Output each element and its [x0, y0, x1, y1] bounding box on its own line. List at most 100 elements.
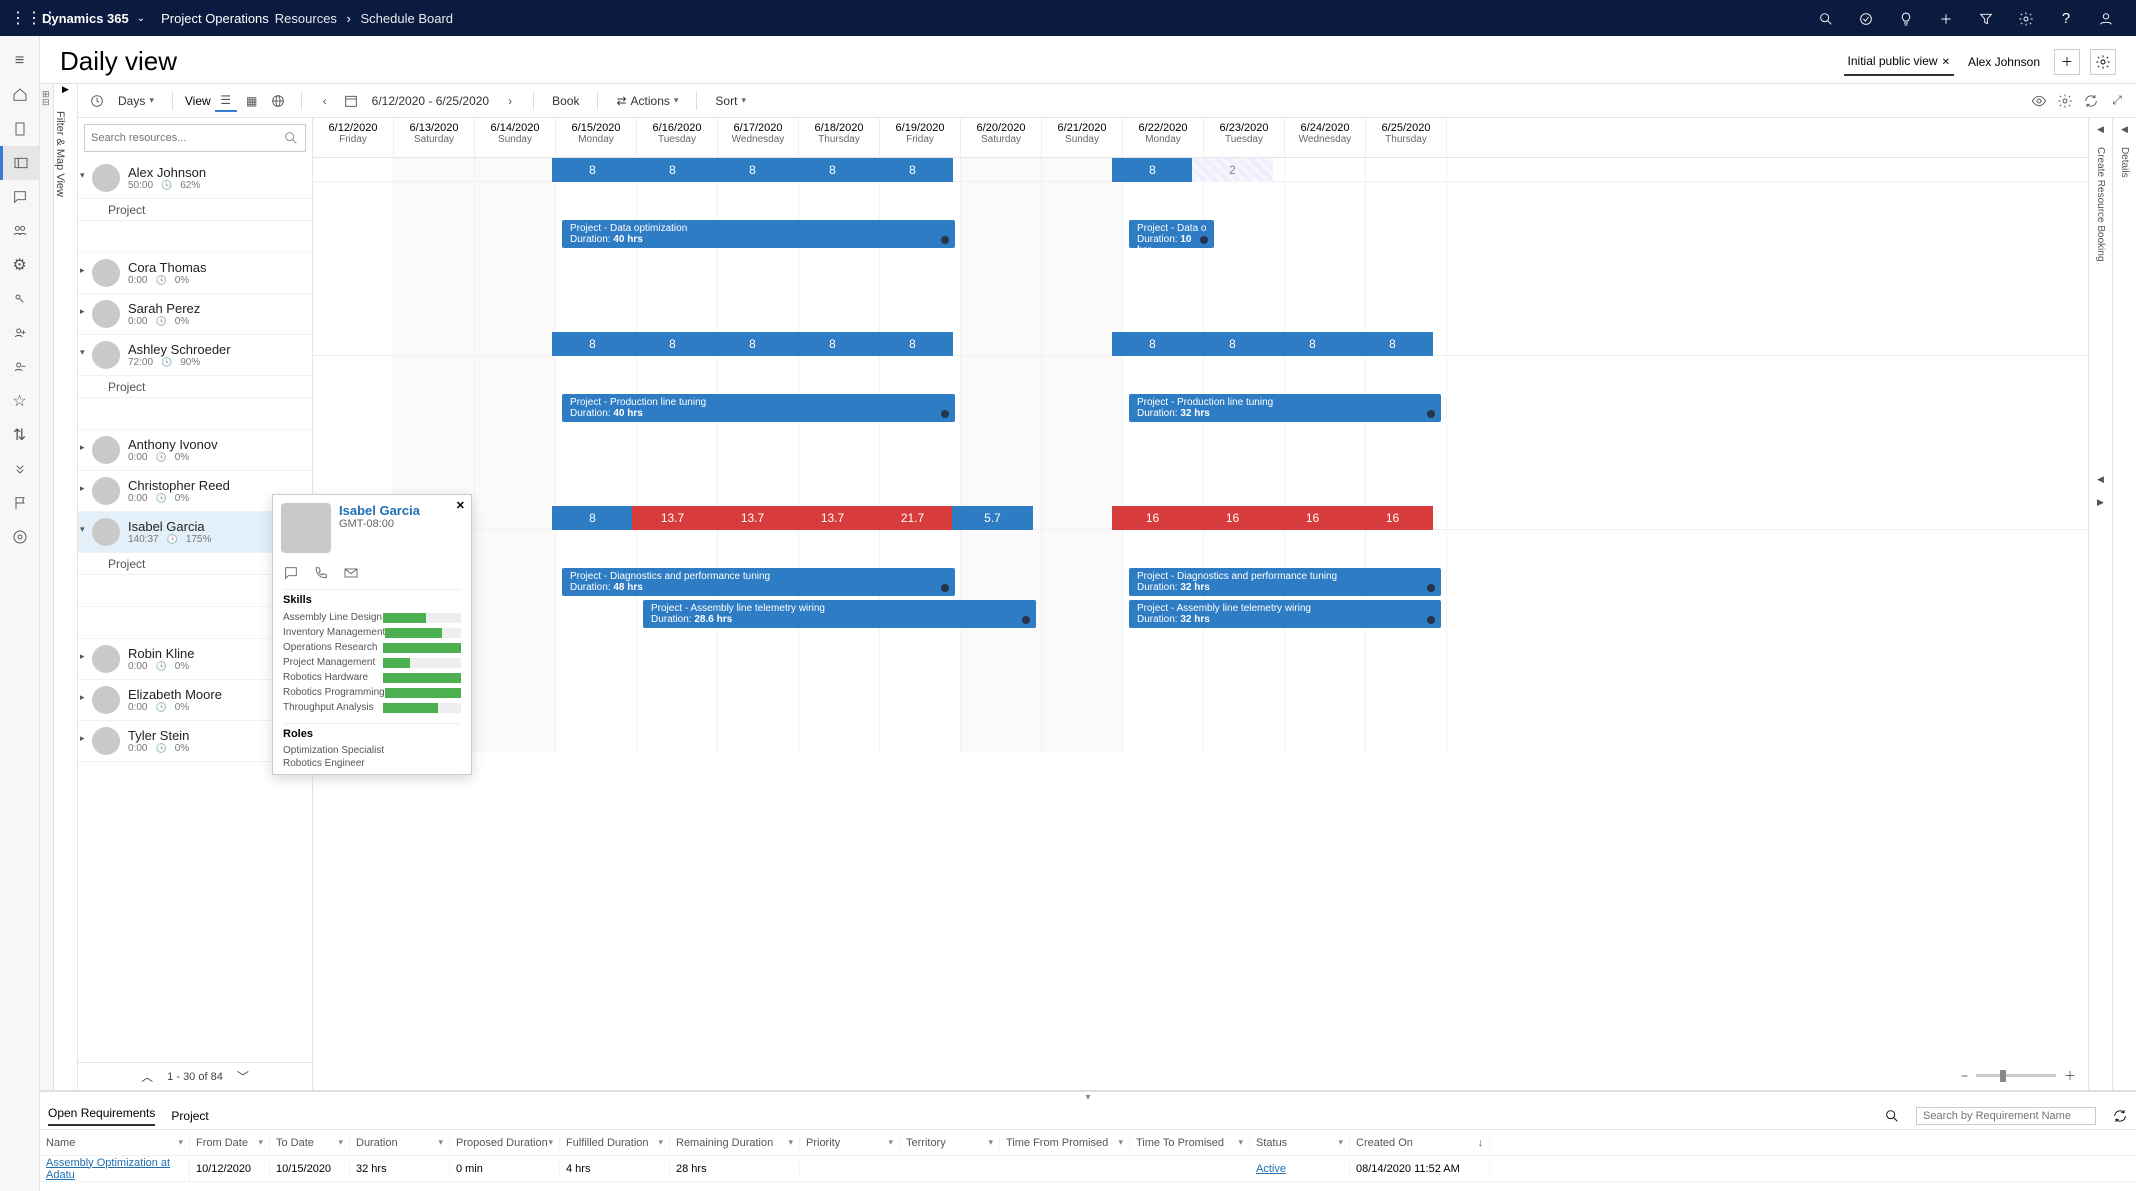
- allocation-cell[interactable]: [472, 158, 553, 182]
- allocation-cell[interactable]: [1032, 158, 1113, 182]
- calendar-icon[interactable]: [340, 90, 362, 112]
- zoom-out-icon[interactable]: −: [1961, 1069, 1968, 1083]
- tab-open-requirements[interactable]: Open Requirements: [48, 1106, 155, 1126]
- chat-icon[interactable]: [283, 565, 299, 581]
- task-bar[interactable]: Project - Diagnostics and performance tu…: [1129, 568, 1441, 596]
- close-tab-icon[interactable]: ✕: [1942, 57, 1950, 68]
- lightbulb-icon[interactable]: [1886, 9, 1926, 26]
- pager-up-icon[interactable]: ︿: [141, 1068, 153, 1085]
- req-search-input[interactable]: [1916, 1107, 2096, 1125]
- panel-drag-handle[interactable]: ▾: [40, 1092, 2136, 1102]
- allocation-cell[interactable]: 8: [632, 158, 713, 182]
- app-launcher-icon[interactable]: ⋮⋮⋮: [10, 8, 34, 28]
- eye-icon[interactable]: [2028, 90, 2050, 112]
- search-icon[interactable]: [1806, 9, 1846, 26]
- task-bar[interactable]: Project - Data optimizationDuration: 40 …: [562, 220, 955, 248]
- sort-dropdown[interactable]: Sort▾: [709, 90, 752, 112]
- date-range-picker[interactable]: 6/12/2020 - 6/25/2020: [366, 90, 495, 112]
- allocation-cell[interactable]: [1032, 506, 1113, 530]
- expand-icon[interactable]: ▸: [80, 265, 85, 276]
- filter-icon[interactable]: [1966, 9, 2006, 26]
- rail-add-user-icon[interactable]: [0, 316, 39, 350]
- allocation-cell[interactable]: 13.7: [712, 506, 793, 530]
- allocation-cell[interactable]: 8: [552, 332, 633, 356]
- resource-row[interactable]: ▾Ashley Schroeder72:00🕓90%: [78, 335, 312, 376]
- resource-row[interactable]: ▾Alex Johnson50:00🕓62%: [78, 158, 312, 199]
- filter-map-panel-toggle[interactable]: ▶ Filter & Map View: [54, 84, 78, 1090]
- expand-icon[interactable]: ▸: [80, 483, 85, 494]
- task-bar[interactable]: Project - Assembly line telemetry wiring…: [643, 600, 1036, 628]
- list-view-icon[interactable]: ☰: [215, 90, 237, 112]
- rail-menu-icon[interactable]: ≡: [0, 44, 39, 78]
- allocation-cell[interactable]: 13.7: [792, 506, 873, 530]
- allocation-cell[interactable]: [1272, 158, 1353, 182]
- allocation-cell[interactable]: [313, 158, 393, 182]
- zoom-slider[interactable]: [1976, 1074, 2056, 1077]
- allocation-cell[interactable]: 16: [1352, 506, 1433, 530]
- allocation-cell[interactable]: 8: [552, 506, 633, 530]
- expand-icon[interactable]: ▸: [80, 692, 85, 703]
- task-bar[interactable]: Project - Production line tuningDuration…: [562, 394, 955, 422]
- allocation-cell[interactable]: 16: [1272, 506, 1353, 530]
- rail-remove-user-icon[interactable]: [0, 350, 39, 384]
- grid-view-icon[interactable]: ▦: [241, 90, 263, 112]
- breadcrumb-item-schedule-board[interactable]: Schedule Board: [361, 11, 454, 26]
- refresh-time-icon[interactable]: [86, 90, 108, 112]
- user-icon[interactable]: [2086, 9, 2126, 26]
- days-dropdown[interactable]: Days▾: [112, 90, 160, 112]
- tab-initial-public-view[interactable]: Initial public view✕: [1844, 48, 1954, 76]
- expand-icon[interactable]: ▸: [80, 733, 85, 744]
- zoom-in-icon[interactable]: ＋: [2064, 1067, 2076, 1084]
- add-tab-button[interactable]: ＋: [2054, 49, 2080, 75]
- allocation-cell[interactable]: 8: [872, 332, 953, 356]
- rail-home-icon[interactable]: [0, 78, 39, 112]
- allocation-cell[interactable]: [392, 158, 473, 182]
- phone-icon[interactable]: [313, 565, 329, 581]
- allocation-cell[interactable]: 8: [792, 332, 873, 356]
- popover-resource-name[interactable]: Isabel Garcia: [339, 503, 420, 518]
- rail-link2-icon[interactable]: [0, 452, 39, 486]
- project-row[interactable]: Project: [78, 376, 312, 398]
- right-rail-nav-left[interactable]: ◀: [2097, 474, 2104, 485]
- allocation-cell[interactable]: [1352, 158, 1433, 182]
- allocation-cell[interactable]: 2: [1192, 158, 1273, 182]
- popover-close-icon[interactable]: ✕: [456, 499, 465, 512]
- rail-settings-icon[interactable]: [0, 520, 39, 554]
- right-rail-toggle[interactable]: ◀: [2097, 124, 2104, 135]
- req-search-icon[interactable]: [1884, 1107, 1900, 1124]
- pager-down-icon[interactable]: ﹀: [237, 1068, 249, 1085]
- search-icon[interactable]: [283, 130, 299, 146]
- allocation-cell[interactable]: 16: [1112, 506, 1193, 530]
- board-settings-icon[interactable]: [2054, 90, 2076, 112]
- allocation-cell[interactable]: 8: [792, 158, 873, 182]
- resource-row[interactable]: ▸Anthony Ivonov0:00🕓0%: [78, 430, 312, 471]
- task-bar[interactable]: Project - Assembly line telemetry wiring…: [1129, 600, 1441, 628]
- resource-row[interactable]: ▸Cora Thomas0:00🕓0%: [78, 253, 312, 294]
- allocation-cell[interactable]: 8: [1192, 332, 1273, 356]
- globe-view-icon[interactable]: [267, 90, 289, 112]
- rail-flag-icon[interactable]: [0, 486, 39, 520]
- rail-tool-icon[interactable]: ⚙: [0, 248, 39, 282]
- left-gutter-handle[interactable]: ⊞⊟: [40, 84, 54, 1090]
- allocation-cell[interactable]: 8: [1112, 332, 1193, 356]
- allocation-cell[interactable]: 8: [712, 332, 793, 356]
- task-icon[interactable]: [1846, 9, 1886, 26]
- email-icon[interactable]: [343, 565, 359, 581]
- refresh-icon[interactable]: [2080, 90, 2102, 112]
- req-refresh-icon[interactable]: [2112, 1107, 2128, 1124]
- allocation-cell[interactable]: 13.7: [632, 506, 713, 530]
- allocation-cell[interactable]: [952, 332, 1033, 356]
- book-button[interactable]: Book: [546, 90, 585, 112]
- help-icon[interactable]: ?: [2046, 10, 2086, 27]
- allocation-cell[interactable]: [472, 332, 553, 356]
- allocation-cell[interactable]: 8: [712, 158, 793, 182]
- req-grid-row[interactable]: Assembly Optimization at Adatu 10/12/202…: [40, 1156, 2136, 1182]
- right-rail-nav-right[interactable]: ▶: [2097, 497, 2104, 508]
- resource-row[interactable]: ▸Sarah Perez0:00🕓0%: [78, 294, 312, 335]
- create-booking-label[interactable]: Create Resource Booking: [2095, 147, 2106, 262]
- allocation-cell[interactable]: 8: [552, 158, 633, 182]
- allocation-cell[interactable]: 8: [872, 158, 953, 182]
- allocation-cell[interactable]: 8: [1272, 332, 1353, 356]
- rail-chat-icon[interactable]: [0, 180, 39, 214]
- tab-alex-johnson[interactable]: Alex Johnson: [1964, 49, 2044, 75]
